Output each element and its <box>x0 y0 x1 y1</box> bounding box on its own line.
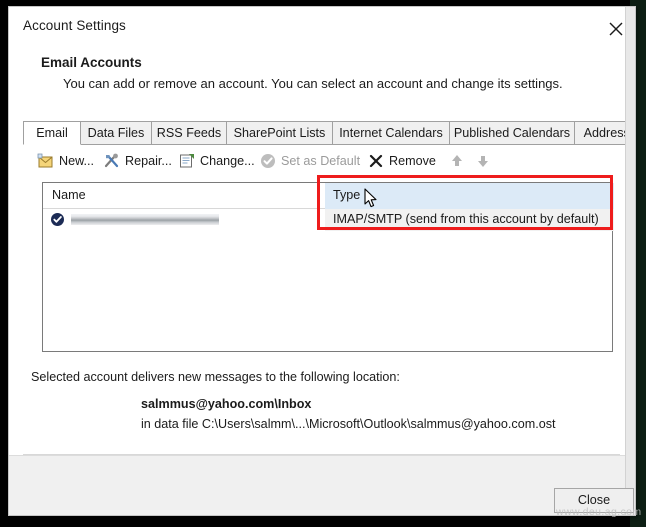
account-list[interactable]: Name Type IMAP/SMTP (send from this acco… <box>42 182 613 352</box>
tab-label: SharePoint Lists <box>234 126 326 140</box>
move-down-button[interactable] <box>474 149 496 173</box>
set-as-default-button: Set as Default <box>259 149 360 173</box>
account-toolbar: New... Repair... <box>23 145 620 177</box>
move-up-button[interactable] <box>448 149 470 173</box>
tab-data-files[interactable]: Data Files <box>80 121 152 145</box>
change-account-button[interactable]: Change... <box>178 149 255 173</box>
title-bar: Account Settings <box>9 7 628 45</box>
window-title: Account Settings <box>23 18 126 33</box>
toolbar-label: Remove <box>389 152 436 170</box>
default-account-check-icon <box>50 212 65 227</box>
header-description: You can add or remove an account. You ca… <box>63 76 563 91</box>
tab-published-calendars[interactable]: Published Calendars <box>449 121 575 145</box>
toolbar-label: Repair... <box>125 152 172 170</box>
new-mail-icon <box>37 152 55 170</box>
account-settings-dialog: Account Settings Email Accounts You can … <box>8 6 636 516</box>
tab-sharepoint-lists[interactable]: SharePoint Lists <box>226 121 333 145</box>
location-intro-text: Selected account delivers new messages t… <box>31 370 400 384</box>
tab-label: Internet Calendars <box>339 126 443 140</box>
window-right-rail <box>625 7 635 516</box>
toolbar-label: New... <box>59 152 94 170</box>
header-title: Email Accounts <box>41 55 142 70</box>
location-mailbox-text: salmmus@yahoo.com\Inbox <box>141 397 311 411</box>
location-datafile-text: in data file C:\Users\salmm\...\Microsof… <box>141 417 556 431</box>
tab-internet-calendars[interactable]: Internet Calendars <box>332 121 450 145</box>
tab-label: Data Files <box>88 126 145 140</box>
close-x-icon[interactable] <box>605 18 627 40</box>
repair-tools-icon <box>103 152 121 170</box>
list-header-row: Name Type <box>43 183 612 209</box>
footer-panel <box>9 455 628 516</box>
toolbar-label: Set as Default <box>281 152 360 170</box>
tab-email[interactable]: Email <box>23 121 81 145</box>
account-name-redacted <box>71 214 219 225</box>
check-circle-icon <box>259 152 277 170</box>
repair-account-button[interactable]: Repair... <box>103 149 172 173</box>
column-header-type-cell[interactable]: Type <box>325 183 614 209</box>
remove-account-button[interactable]: Remove <box>367 149 436 173</box>
column-header-name[interactable]: Name <box>52 188 86 202</box>
tab-label: Published Calendars <box>454 126 570 140</box>
tab-strip: Email Data Files RSS Feeds SharePoint Li… <box>23 121 620 145</box>
column-header-type: Type <box>333 188 360 202</box>
tab-label: Email <box>36 126 68 140</box>
new-account-button[interactable]: New... <box>37 149 94 173</box>
account-type-value: IMAP/SMTP (send from this account by def… <box>333 212 599 226</box>
watermark-text: www.deu.ag.com <box>556 506 642 518</box>
move-up-arrow-icon <box>448 152 466 170</box>
change-form-icon <box>178 152 196 170</box>
row-type-cell[interactable]: IMAP/SMTP (send from this account by def… <box>325 209 614 231</box>
tab-rss-feeds[interactable]: RSS Feeds <box>151 121 227 145</box>
remove-x-icon <box>367 152 385 170</box>
dialog-header: Email Accounts You can add or remove an … <box>9 45 628 106</box>
tab-label: RSS Feeds <box>157 126 221 140</box>
toolbar-label: Change... <box>200 152 255 170</box>
move-down-arrow-icon <box>474 152 492 170</box>
